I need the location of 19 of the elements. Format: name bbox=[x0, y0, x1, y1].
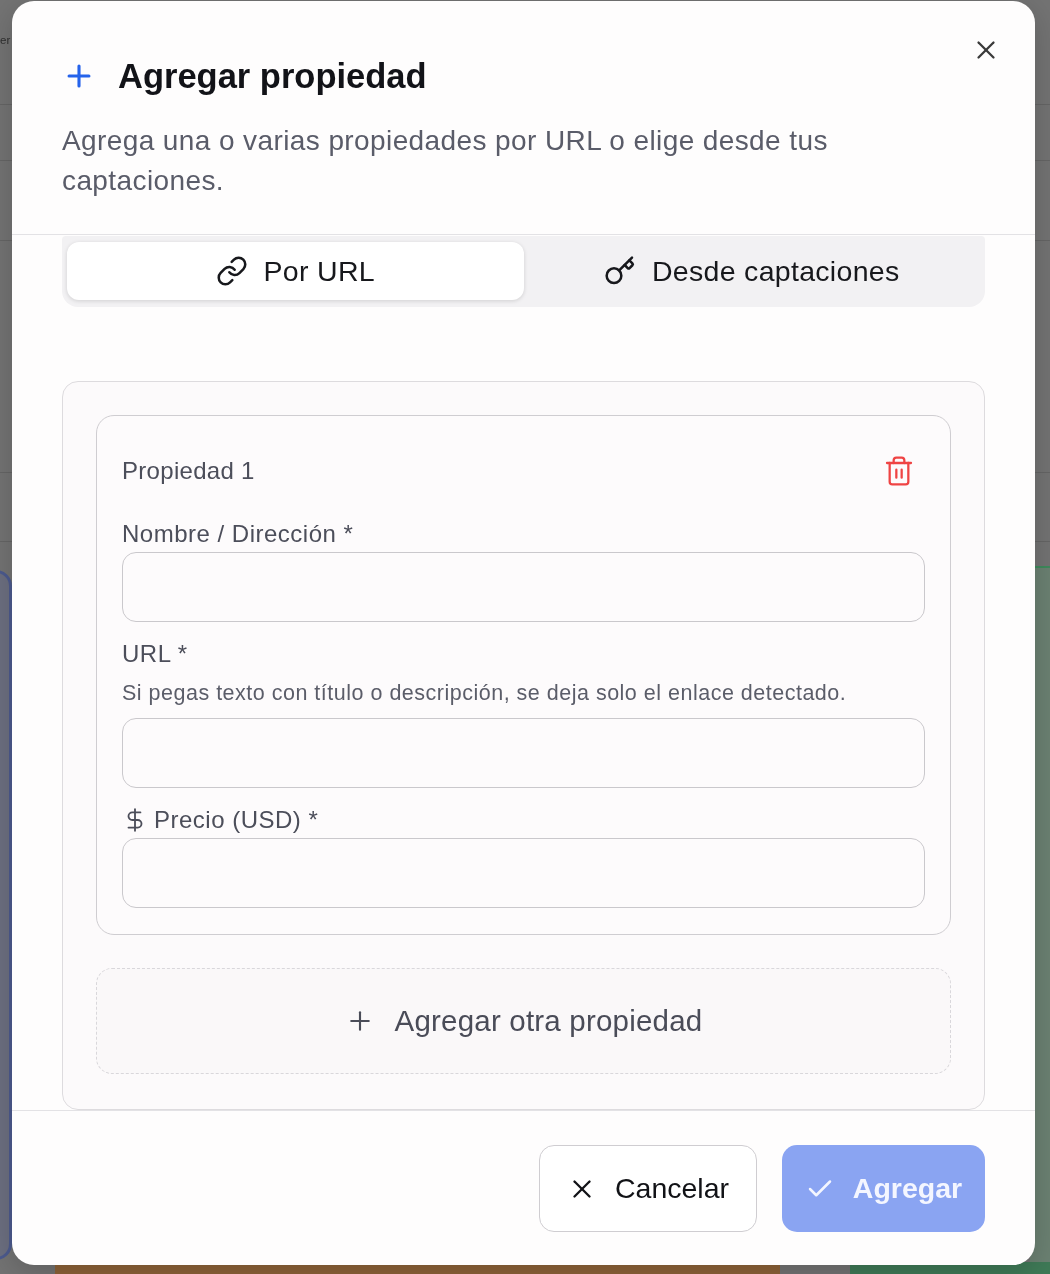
background-text: er bbox=[0, 33, 11, 48]
delete-button[interactable] bbox=[883, 455, 915, 487]
input-field[interactable] bbox=[122, 838, 925, 908]
link-icon bbox=[215, 255, 248, 287]
field-hint: Si pegas texto con título o descripción, se deja solo el enlace detectado. bbox=[122, 680, 848, 706]
trash-icon bbox=[883, 455, 915, 487]
dialog-description: Agrega una o varias propiedades por URL o elige desde tus captaciones. bbox=[62, 124, 829, 198]
tab[interactable]: Desde captaciones bbox=[523, 242, 980, 300]
input-field[interactable] bbox=[122, 552, 925, 622]
dialog-title: Agregar propiedad bbox=[118, 56, 427, 97]
add-property-button[interactable]: Agregar otra propiedad bbox=[96, 968, 951, 1074]
field-label: Precio (USD) * bbox=[154, 805, 319, 835]
field-label: URL * bbox=[122, 639, 188, 669]
property-title: Propiedad 1 bbox=[122, 456, 255, 486]
field-label: Nombre / Dirección * bbox=[122, 519, 354, 549]
cancel-button[interactable]: Cancelar bbox=[539, 1145, 757, 1232]
tab[interactable]: Por URL bbox=[67, 242, 524, 300]
key-icon bbox=[604, 255, 636, 287]
input-field[interactable] bbox=[122, 718, 925, 788]
